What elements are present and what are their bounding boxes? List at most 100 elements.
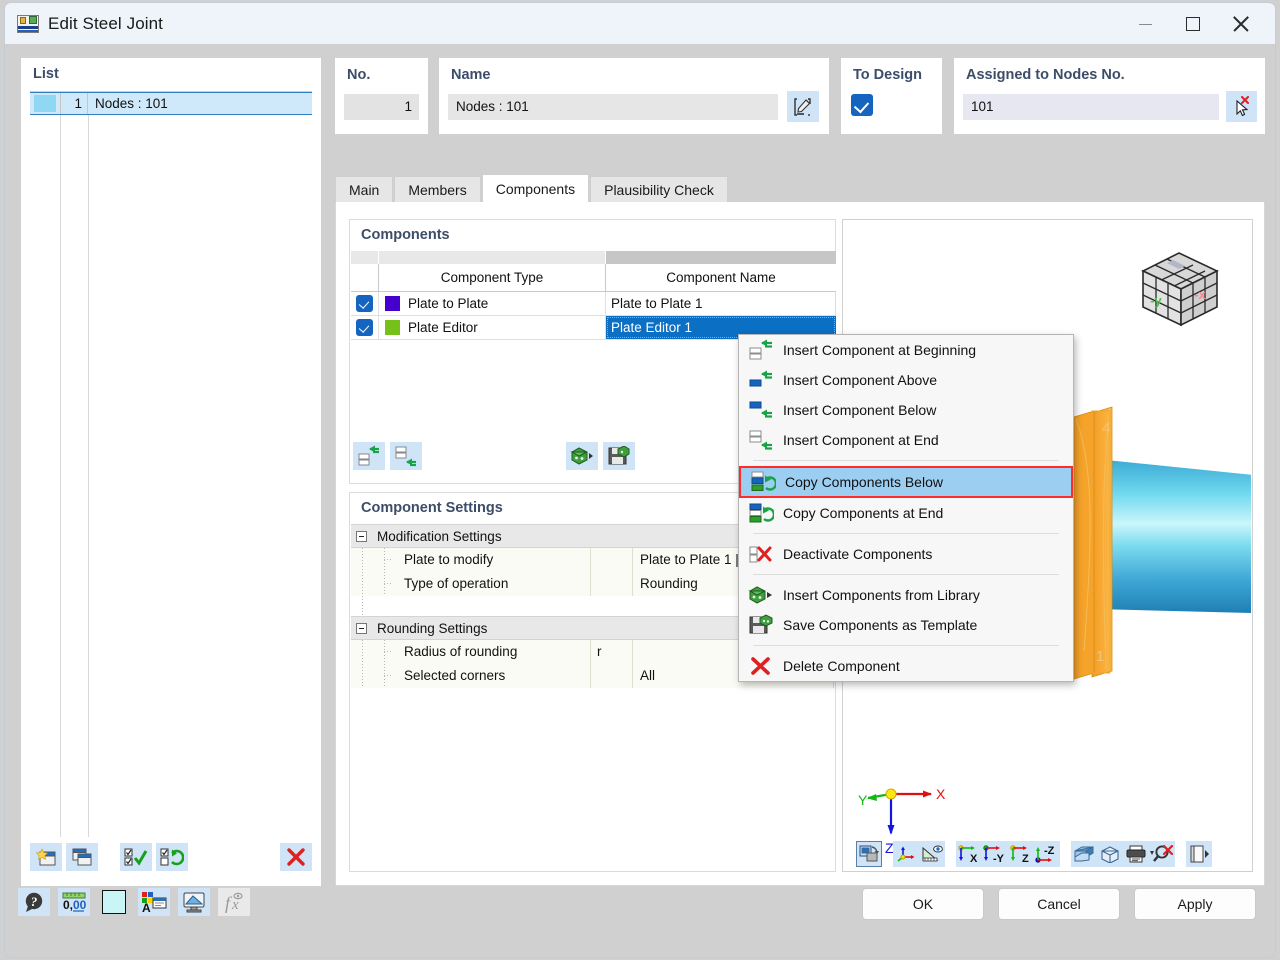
list-item[interactable]: 1 Nodes : 101 — [30, 92, 312, 115]
wireframe-model-icon — [1101, 846, 1119, 863]
assigned-nodes-pick-button[interactable] — [1226, 91, 1257, 122]
list-panel: List 1 Nodes : 101 — [21, 58, 321, 886]
view-negative-y-icon: -Y — [983, 845, 1005, 863]
svg-text:-Y: -Y — [993, 853, 1005, 863]
tab-bar: Main Members Components Plausibility Che… — [335, 174, 1265, 202]
tab-plausibility-check[interactable]: Plausibility Check — [590, 176, 728, 202]
minimize-button[interactable] — [1121, 3, 1169, 45]
insert-at-end-icon — [739, 425, 783, 455]
row-active-checkbox[interactable] — [351, 316, 379, 339]
units-button[interactable]: 0, 00 — [58, 888, 90, 916]
number-label: No. — [347, 67, 371, 83]
row-component-type: Plate Editor — [379, 316, 606, 339]
menu-item-delete-component[interactable]: Delete Component — [739, 651, 1073, 681]
display-properties-button[interactable]: A — [138, 888, 170, 916]
settings-row-symbol — [591, 664, 633, 688]
menu-item-insert-components-from-library[interactable]: Insert Components from Library — [739, 580, 1073, 610]
view-x-button[interactable]: X — [956, 841, 982, 867]
menu-item-label: Copy Components Below — [785, 474, 943, 490]
menu-item-insert-component-below[interactable]: Insert Component Below — [739, 395, 1073, 425]
svg-text:00: 00 — [73, 898, 87, 912]
collapse-toggle[interactable] — [356, 623, 367, 634]
wireframe-view-button[interactable] — [1097, 841, 1123, 867]
components-box-title: Components — [361, 227, 450, 243]
to-design-checkbox[interactable] — [851, 94, 873, 116]
delete-joint-button[interactable] — [280, 843, 312, 871]
number-field-group: No. 1 — [335, 58, 428, 134]
copy-joint-button[interactable] — [66, 843, 98, 871]
name-input[interactable]: Nodes : 101 — [448, 94, 778, 120]
save-components-as-template-button[interactable] — [603, 442, 635, 470]
dimensions-icon — [922, 845, 943, 862]
number-input[interactable]: 1 — [344, 94, 419, 120]
render-mode-button[interactable] — [856, 841, 882, 867]
settings-row-label: Radius of rounding — [384, 640, 591, 664]
menu-item-label: Insert Components from Library — [783, 587, 980, 603]
save-template-icon — [739, 610, 783, 640]
visibility-button[interactable] — [178, 888, 210, 916]
row-component-name[interactable]: Plate to Plate 1 — [606, 292, 836, 315]
menu-item-deactivate-components[interactable]: Deactivate Components — [739, 539, 1073, 569]
table-row[interactable]: Plate to Plate Plate to Plate 1 — [351, 292, 836, 316]
components-context-menu[interactable]: Insert Component at Beginning Insert Com… — [738, 334, 1074, 682]
insert-at-beginning-icon — [739, 335, 783, 365]
save-template-icon — [608, 446, 630, 465]
panel-expand-icon — [1190, 845, 1209, 863]
component-settings-title: Component Settings — [361, 500, 503, 516]
collapse-toggle[interactable] — [356, 531, 367, 542]
axis-system-icon — [897, 846, 915, 862]
tab-main[interactable]: Main — [335, 176, 394, 202]
new-joint-button[interactable] — [30, 843, 62, 871]
solid-view-button[interactable] — [1071, 841, 1097, 867]
window-title: Edit Steel Joint — [48, 13, 163, 33]
joint-list-table[interactable]: 1 Nodes : 101 — [30, 91, 312, 837]
navigation-cube[interactable]: -y -x — [1129, 249, 1229, 334]
name-edit-button[interactable] — [787, 91, 819, 122]
component-color-swatch — [385, 296, 400, 311]
maximize-button[interactable] — [1169, 3, 1217, 45]
menu-item-insert-component-above[interactable]: Insert Component Above — [739, 365, 1073, 395]
insert-at-end-icon — [395, 446, 416, 467]
menu-item-copy-components-at-end[interactable]: Copy Components at End — [739, 498, 1073, 528]
viewport-toolbar: X -Y Z -Z — [856, 836, 1260, 872]
list-panel-label: List — [33, 66, 59, 82]
pick-cursor-icon — [1235, 95, 1249, 116]
menu-item-insert-component-at-beginning[interactable]: Insert Component at Beginning — [739, 335, 1073, 365]
assigned-nodes-input[interactable]: 101 — [963, 94, 1219, 120]
view-negative-z-button[interactable]: -Z — [1034, 841, 1060, 867]
settings-row-symbol — [591, 548, 633, 572]
edit-pencil-icon — [794, 97, 811, 116]
view-z-button[interactable]: Z — [1008, 841, 1034, 867]
show-dimensions-button[interactable] — [919, 841, 945, 867]
svg-text:0,: 0, — [63, 898, 73, 912]
insert-components-from-library-button[interactable] — [566, 442, 598, 470]
insert-component-above-button[interactable] — [353, 442, 385, 470]
tab-members[interactable]: Members — [394, 176, 481, 202]
row-active-checkbox[interactable] — [351, 292, 379, 315]
close-button[interactable] — [1217, 3, 1265, 45]
invert-selection-button[interactable] — [156, 843, 188, 871]
menu-item-copy-components-below[interactable]: Copy Components Below — [739, 466, 1073, 498]
menu-item-insert-component-at-end[interactable]: Insert Component at End — [739, 425, 1073, 455]
tab-components[interactable]: Components — [481, 174, 590, 202]
view-negative-y-button[interactable]: -Y — [982, 841, 1008, 867]
plate-label-1: 1 — [1096, 648, 1104, 665]
components-table-header: Component Type Component Name — [351, 264, 836, 292]
color-swatch-button[interactable] — [98, 888, 130, 916]
menu-item-save-components-as-template[interactable]: Save Components as Template — [739, 610, 1073, 640]
select-all-button[interactable] — [120, 843, 152, 871]
help-button[interactable]: ? — [18, 888, 50, 916]
settings-row-label: Plate to modify — [384, 548, 591, 572]
column-header-component-type: Component Type — [379, 264, 606, 291]
panel-expand-button[interactable] — [1186, 841, 1212, 867]
apply-button[interactable]: Apply — [1134, 888, 1256, 920]
print-button[interactable] — [1123, 841, 1149, 867]
column-header-component-name: Component Name — [606, 264, 836, 291]
view-x-icon: X — [958, 845, 978, 863]
zoom-reset-button[interactable] — [1149, 841, 1175, 867]
zoom-reset-icon — [1150, 845, 1174, 862]
insert-component-at-end-button[interactable] — [390, 442, 422, 470]
cancel-button[interactable]: Cancel — [998, 888, 1120, 920]
ok-button[interactable]: OK — [862, 888, 984, 920]
show-axes-button[interactable] — [893, 841, 919, 867]
